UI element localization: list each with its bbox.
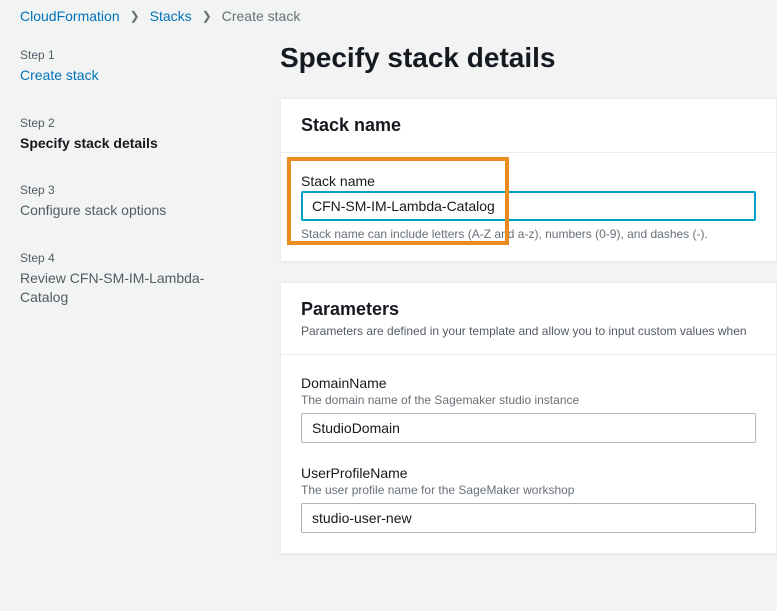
domain-name-description: The domain name of the Sagemaker studio …: [301, 393, 756, 407]
stack-name-panel: Stack name Stack name Stack name can inc…: [280, 98, 777, 262]
domain-name-label: DomainName: [301, 375, 756, 391]
wizard-step-2: Step 2 Specify stack details: [20, 116, 240, 154]
user-profile-name-label: UserProfileName: [301, 465, 756, 481]
step-number-label: Step 1: [20, 48, 240, 62]
wizard-step-4: Step 4 Review CFN-SM-IM-Lambda-Catalog: [20, 251, 240, 308]
domain-name-input[interactable]: [301, 413, 756, 443]
chevron-right-icon: ❯: [130, 9, 140, 23]
user-profile-name-description: The user profile name for the SageMaker …: [301, 483, 756, 497]
domain-name-field: DomainName The domain name of the Sagema…: [301, 375, 756, 443]
step-title: Specify stack details: [20, 134, 240, 154]
step-number-label: Step 3: [20, 183, 240, 197]
chevron-right-icon: ❯: [202, 9, 212, 23]
step-title: Review CFN-SM-IM-Lambda-Catalog: [20, 269, 240, 308]
main-content: Specify stack details Stack name Stack n…: [260, 32, 777, 611]
breadcrumb-stacks[interactable]: Stacks: [150, 8, 192, 24]
user-profile-name-input[interactable]: [301, 503, 756, 533]
step-number-label: Step 2: [20, 116, 240, 130]
panel-header: Parameters Parameters are defined in you…: [281, 283, 776, 355]
stack-name-input[interactable]: [301, 191, 756, 221]
panel-subtitle: Parameters are defined in your template …: [301, 324, 756, 338]
step-title: Configure stack options: [20, 201, 240, 221]
step-title[interactable]: Create stack: [20, 66, 240, 86]
stack-name-hint: Stack name can include letters (A-Z and …: [301, 227, 756, 241]
parameters-panel: Parameters Parameters are defined in you…: [280, 282, 777, 554]
stack-name-label: Stack name: [301, 173, 756, 189]
step-number-label: Step 4: [20, 251, 240, 265]
wizard-step-3: Step 3 Configure stack options: [20, 183, 240, 221]
breadcrumb: CloudFormation ❯ Stacks ❯ Create stack: [0, 0, 777, 32]
wizard-steps-sidebar: Step 1 Create stack Step 2 Specify stack…: [0, 32, 260, 611]
panel-title: Stack name: [301, 115, 756, 136]
panel-header: Stack name: [281, 99, 776, 153]
breadcrumb-cloudformation[interactable]: CloudFormation: [20, 8, 120, 24]
user-profile-name-field: UserProfileName The user profile name fo…: [301, 465, 756, 533]
panel-title: Parameters: [301, 299, 756, 320]
stack-name-field: Stack name Stack name can include letter…: [301, 173, 756, 241]
wizard-step-1[interactable]: Step 1 Create stack: [20, 48, 240, 86]
page-title: Specify stack details: [280, 42, 777, 74]
breadcrumb-current: Create stack: [222, 8, 301, 24]
